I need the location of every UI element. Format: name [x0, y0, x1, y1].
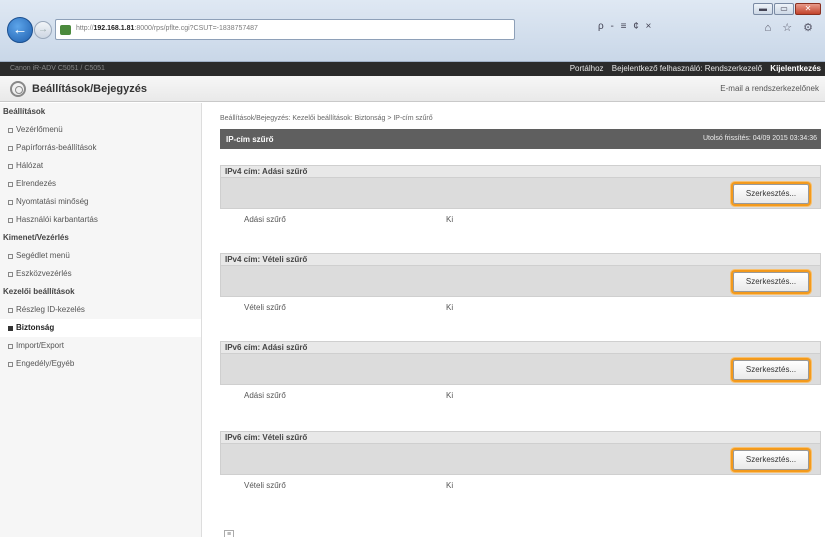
- last-updated-text: Utolsó frissítés: 04/09 2015 03:34:36: [702, 135, 817, 142]
- filter-block-heading: IPv4 cím: Vételi szűrő: [220, 253, 821, 266]
- browser-chrome: ▬ ▭ ✕ ← → http://192.168.1.81:8000/rps/p…: [0, 0, 825, 62]
- sidebar-item-paper-source[interactable]: Papírforrás-beállítások: [0, 139, 201, 157]
- sidebar-item-license-other[interactable]: Engedély/Egyéb: [0, 355, 201, 373]
- filter-block: IPv4 cím: Vételi szűrő Szerkesztés... Vé…: [220, 253, 821, 317]
- page-section-title: Beállítások/Bejegyzés: [32, 83, 147, 95]
- edit-button[interactable]: Szerkesztés...: [733, 360, 809, 380]
- sidebar-item-print-quality[interactable]: Nyomtatási minőség: [0, 193, 201, 211]
- sidebar-section-admin[interactable]: Kezelői beállítások: [0, 283, 201, 301]
- filter-block-heading: IPv6 cím: Adási szűrő: [220, 341, 821, 354]
- back-arrow-icon[interactable]: ←: [7, 17, 33, 43]
- filter-setting-value: Ki: [446, 303, 454, 312]
- filter-block: IPv4 cím: Adási szűrő Szerkesztés... Adá…: [220, 165, 821, 229]
- edit-button[interactable]: Szerkesztés...: [733, 272, 809, 292]
- portal-link[interactable]: Portálhoz: [570, 64, 604, 73]
- forward-arrow-icon[interactable]: →: [34, 21, 52, 39]
- filter-setting-row: Adási szűrő Ki: [220, 385, 821, 405]
- filter-setting-value: Ki: [446, 391, 454, 400]
- sidebar-item-control-menu[interactable]: Vezérlőmenü: [0, 121, 201, 139]
- search-refresh-controls[interactable]: ρ - ≡ ¢ ×: [598, 21, 653, 32]
- filter-block: IPv6 cím: Adási szűrő Szerkesztés... Adá…: [220, 341, 821, 405]
- filter-block-heading: IPv6 cím: Vételi szűrő: [220, 431, 821, 444]
- sidebar-section-output[interactable]: Kimenet/Vezérlés: [0, 229, 201, 247]
- sidebar-item-user-maintenance[interactable]: Használói karbantartás: [0, 211, 201, 229]
- address-bar[interactable]: http://192.168.1.81:8000/rps/pflte.cgi?C…: [55, 19, 515, 40]
- sidebar-item-layout[interactable]: Elrendezés: [0, 175, 201, 193]
- mail-admin-link[interactable]: E-mail a rendszerkezelőnek: [720, 84, 819, 93]
- sidebar-item-import-export[interactable]: Import/Export: [0, 337, 201, 355]
- filter-block: IPv6 cím: Vételi szűrő Szerkesztés... Vé…: [220, 431, 821, 495]
- device-header-bar: Canon iR-ADV C5051 / C5051 Portálhoz Bej…: [0, 62, 825, 76]
- filter-setting-value: Ki: [446, 215, 454, 224]
- window-controls: ▬ ▭ ✕: [753, 3, 821, 15]
- browser-tools-icons[interactable]: ⌂ ☆ ⚙: [765, 21, 817, 34]
- header-links: Portálhoz Bejelentkező felhasználó: Rend…: [564, 64, 821, 73]
- url-text: http://192.168.1.81:8000/rps/pflte.cgi?C…: [76, 25, 258, 32]
- sidebar-item-network[interactable]: Hálózat: [0, 157, 201, 175]
- edit-button[interactable]: Szerkesztés...: [733, 450, 809, 470]
- device-name: Canon iR-ADV C5051 / C5051: [10, 65, 105, 72]
- filter-setting-label: Vételi szűrő: [244, 481, 286, 490]
- filter-setting-value: Ki: [446, 481, 454, 490]
- filter-setting-row: Vételi szűrő Ki: [220, 475, 821, 495]
- filter-block-heading: IPv4 cím: Adási szűrő: [220, 165, 821, 178]
- filter-setting-row: Vételi szűrő Ki: [220, 297, 821, 317]
- filter-block-toolbar: Szerkesztés...: [220, 354, 821, 385]
- page-end-icon: ≡: [224, 530, 234, 537]
- filter-block-toolbar: Szerkesztés...: [220, 178, 821, 209]
- minimize-button[interactable]: ▬: [753, 3, 773, 15]
- settings-gear-icon: [10, 81, 26, 97]
- sidebar-item-department-id[interactable]: Részleg ID-kezelés: [0, 301, 201, 319]
- filter-setting-row: Adási szűrő Ki: [220, 209, 821, 229]
- page-title: IP-cím szűrő: [226, 135, 274, 144]
- sidebar: Beállítások Vezérlőmenü Papírforrás-beál…: [0, 103, 202, 537]
- filter-block-toolbar: Szerkesztés...: [220, 444, 821, 475]
- close-window-button[interactable]: ✕: [795, 3, 821, 15]
- sidebar-item-utility-menu[interactable]: Segédlet menü: [0, 247, 201, 265]
- title-bar: Beállítások/Bejegyzés E-mail a rendszerk…: [0, 76, 825, 102]
- sidebar-item-security[interactable]: Biztonság: [0, 319, 201, 337]
- edit-button[interactable]: Szerkesztés...: [733, 184, 809, 204]
- sidebar-section-settings[interactable]: Beállítások: [0, 103, 201, 121]
- logout-link[interactable]: Kijelentkezés: [770, 64, 821, 73]
- logged-in-user-text: Bejelentkező felhasználó: Rendszerkezelő: [611, 64, 763, 73]
- filter-block-toolbar: Szerkesztés...: [220, 266, 821, 297]
- page-header: IP-cím szűrő Utolsó frissítés: 04/09 201…: [220, 129, 821, 149]
- site-icon: [60, 25, 71, 35]
- breadcrumb: Beállítások/Bejegyzés: Kezelői beállítás…: [220, 115, 433, 122]
- filter-setting-label: Adási szűrő: [244, 391, 286, 400]
- sidebar-item-device-control[interactable]: Eszközvezérlés: [0, 265, 201, 283]
- filter-setting-label: Adási szűrő: [244, 215, 286, 224]
- filter-setting-label: Vételi szűrő: [244, 303, 286, 312]
- maximize-button[interactable]: ▭: [774, 3, 794, 15]
